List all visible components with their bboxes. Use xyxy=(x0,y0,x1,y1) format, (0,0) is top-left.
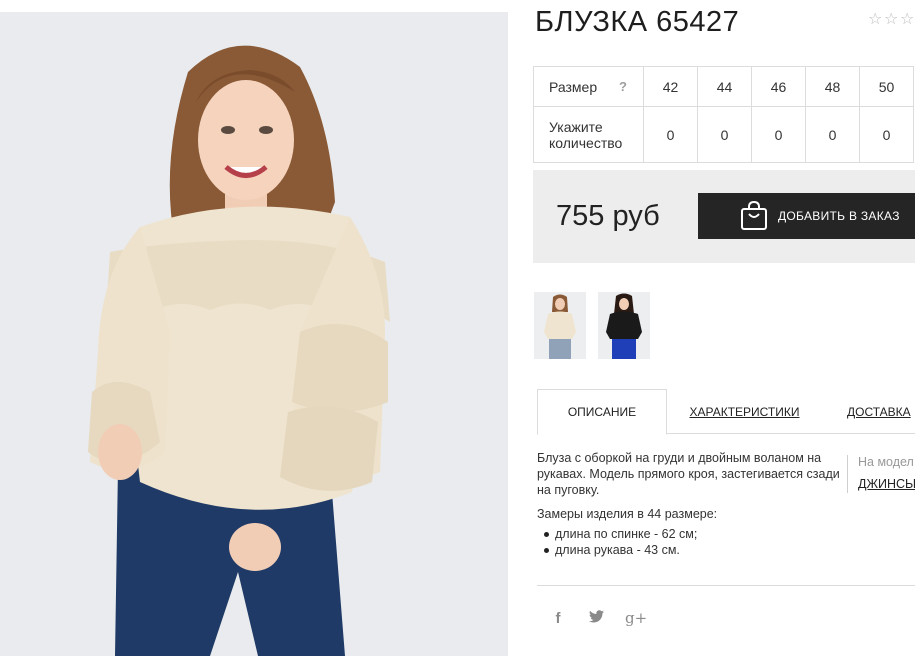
tab-description[interactable]: ОПИСАНИЕ xyxy=(537,389,667,435)
quantity-input[interactable]: 0 xyxy=(697,106,752,163)
size-option[interactable]: 42 xyxy=(643,66,698,107)
googleplus-icon[interactable]: g+ xyxy=(625,609,647,627)
product-price: 755 руб xyxy=(556,200,660,232)
quantity-label-cell: Укажите количество xyxy=(533,106,644,163)
order-box: 755 руб ДОБАВИТЬ В ЗАКАЗ xyxy=(533,170,915,263)
product-main-photo[interactable] xyxy=(0,12,508,656)
size-label: Размер xyxy=(549,78,598,95)
product-thumbnails xyxy=(534,292,650,359)
quantity-input[interactable]: 0 xyxy=(643,106,698,163)
size-row: Размер ? 42 44 46 48 50 xyxy=(533,66,914,107)
rating-star-icon[interactable]: ☆ xyxy=(884,12,899,28)
tab-specs[interactable]: ХАРАКТЕРИСТИКИ xyxy=(687,389,802,434)
size-option[interactable]: 50 xyxy=(859,66,914,107)
measurement-item: длина по спинке - 62 см; xyxy=(537,526,842,542)
product-tabs: ОПИСАНИЕ ХАРАКТЕРИСТИКИ ДОСТАВКА xyxy=(537,389,915,435)
tab-delivery[interactable]: ДОСТАВКА xyxy=(847,389,915,434)
thumbnail-black-image xyxy=(598,292,650,359)
quantity-row: Укажите количество 0 0 0 0 0 xyxy=(533,106,914,163)
divider xyxy=(537,585,915,586)
rating-stars[interactable]: ☆ ☆ ☆ xyxy=(868,12,915,28)
measurements-title: Замеры изделия в 44 размере: xyxy=(537,507,718,521)
thumbnail-beige-image xyxy=(534,292,586,359)
thumbnail-beige[interactable] xyxy=(534,292,586,359)
twitter-bird-icon xyxy=(588,609,604,622)
rating-star-icon[interactable]: ☆ xyxy=(868,12,883,28)
size-option[interactable]: 44 xyxy=(697,66,752,107)
product-description: Блуза с оборкой на груди и двойным волан… xyxy=(537,450,842,558)
add-to-order-label: ДОБАВИТЬ В ЗАКАЗ xyxy=(778,209,900,223)
product-title: БЛУЗКА 65427 xyxy=(535,6,740,38)
facebook-icon[interactable]: f xyxy=(549,610,567,627)
model-info-label: На модел xyxy=(858,455,914,469)
quantity-input[interactable]: 0 xyxy=(859,106,914,163)
description-text: Блуза с оборкой на груди и двойным волан… xyxy=(537,451,840,497)
twitter-icon[interactable] xyxy=(587,609,605,627)
model-jeans-link[interactable]: ДЖИНСЫ xyxy=(858,477,915,491)
size-table: Размер ? 42 44 46 48 50 Укажите количест… xyxy=(533,66,914,163)
thumbnail-black[interactable] xyxy=(598,292,650,359)
measurements-list: длина по спинке - 62 см; длина рукава - … xyxy=(537,526,842,558)
quantity-input[interactable]: 0 xyxy=(751,106,806,163)
size-label-cell: Размер ? xyxy=(533,66,644,107)
model-wearing-blouse-illustration xyxy=(0,12,508,656)
shopping-bag-icon xyxy=(741,201,767,230)
quantity-input[interactable]: 0 xyxy=(805,106,860,163)
add-to-order-button[interactable]: ДОБАВИТЬ В ЗАКАЗ xyxy=(698,193,915,239)
model-info: На модел ДЖИНСЫ xyxy=(847,455,915,493)
rating-star-icon[interactable]: ☆ xyxy=(900,12,915,28)
quantity-label: Укажите количество xyxy=(549,118,623,151)
measurement-item: длина рукава - 43 см. xyxy=(537,542,842,558)
size-option[interactable]: 48 xyxy=(805,66,860,107)
size-option[interactable]: 46 xyxy=(751,66,806,107)
size-help-icon[interactable]: ? xyxy=(619,79,627,94)
social-share: f g+ xyxy=(549,609,648,627)
